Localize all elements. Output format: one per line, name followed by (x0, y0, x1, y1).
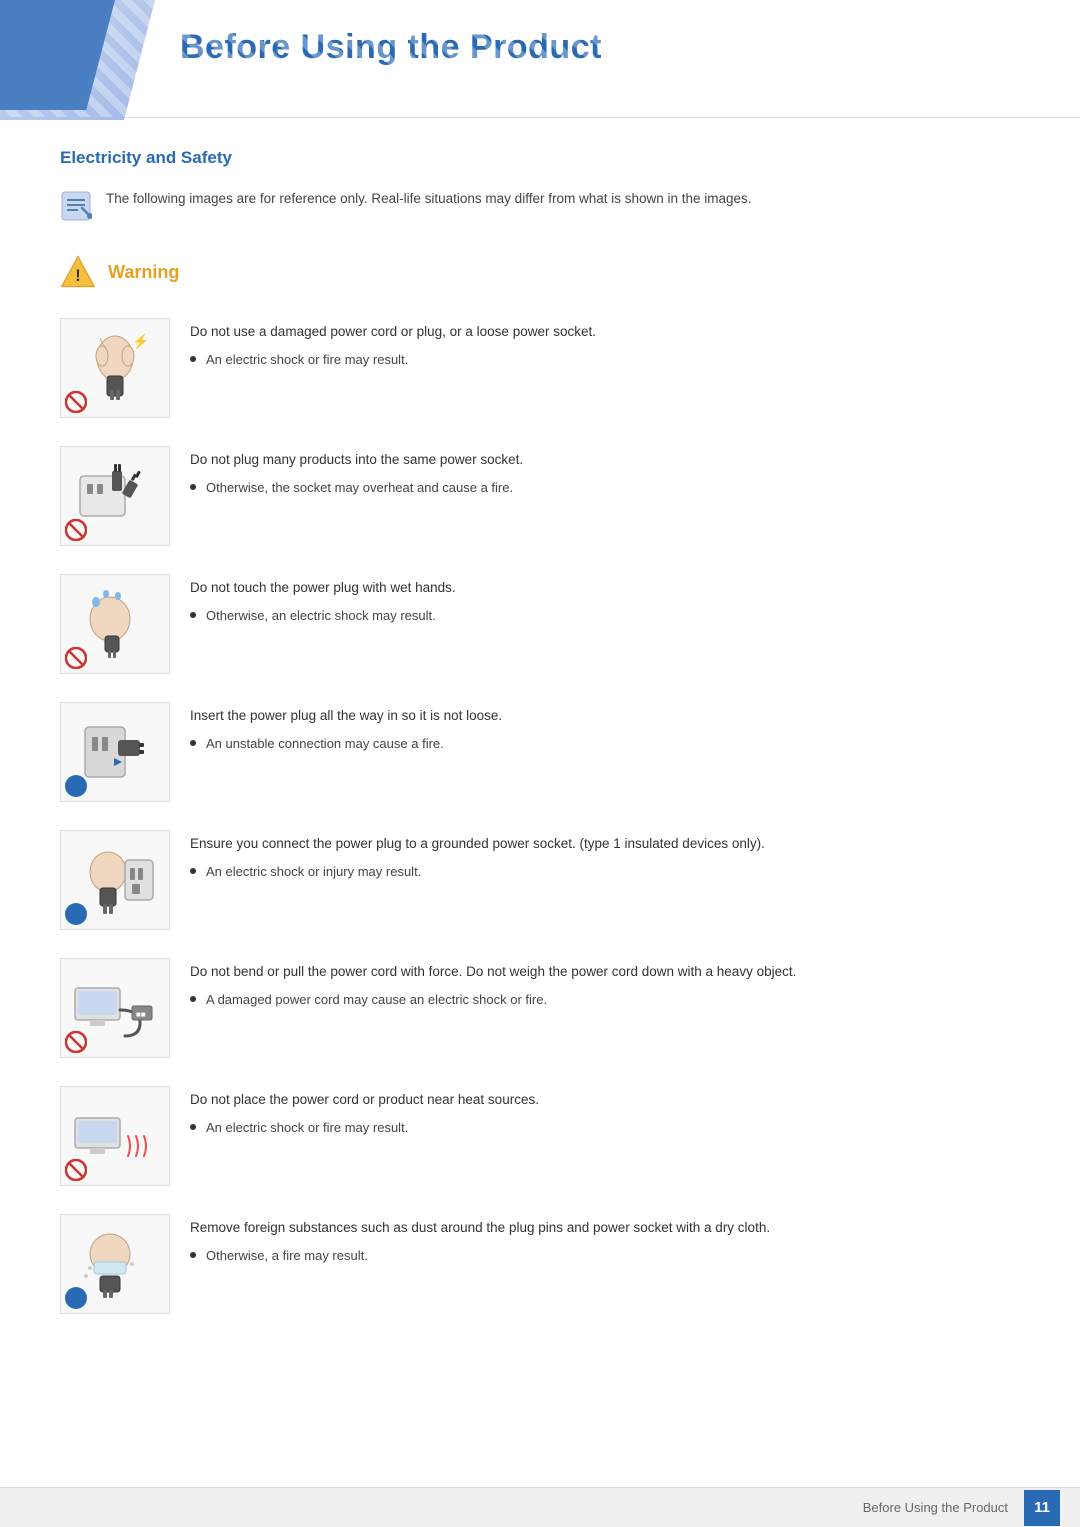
note-box: The following images are for reference o… (60, 184, 1020, 226)
item-content-7: Do not place the power cord or product n… (190, 1086, 1020, 1138)
item-content-3: Do not touch the power plug with wet han… (190, 574, 1020, 626)
item-image-8 (60, 1214, 170, 1314)
no-symbol-6 (65, 1031, 87, 1053)
warning-item: Ensure you connect the power plug to a g… (60, 830, 1020, 930)
item-main-text-4: Insert the power plug all the way in so … (190, 706, 1020, 726)
item-sub-text-3: Otherwise, an electric shock may result. (190, 606, 1020, 626)
warning-item: Do not place the power cord or product n… (60, 1086, 1020, 1186)
dot-symbol-4 (65, 775, 87, 797)
item-main-text-7: Do not place the power cord or product n… (190, 1090, 1020, 1110)
bullet-icon (190, 740, 196, 746)
item-content-4: Insert the power plug all the way in so … (190, 702, 1020, 754)
item-image-4 (60, 702, 170, 802)
item-main-text-8: Remove foreign substances such as dust a… (190, 1218, 1020, 1238)
svg-text:■■: ■■ (136, 1010, 146, 1019)
item-content-6: Do not bend or pull the power cord with … (190, 958, 1020, 1010)
no-symbol-3 (65, 647, 87, 669)
item-content-8: Remove foreign substances such as dust a… (190, 1214, 1020, 1266)
page-header: Before Using the Product (0, 0, 1080, 118)
bullet-icon (190, 612, 196, 618)
item-content-2: Do not plug many products into the same … (190, 446, 1020, 498)
item-main-text-1: Do not use a damaged power cord or plug,… (190, 322, 1020, 342)
dot-symbol-8 (65, 1287, 87, 1309)
bullet-icon (190, 1124, 196, 1130)
item-sub-text-7: An electric shock or fire may result. (190, 1118, 1020, 1138)
item-sub-text-4: An unstable connection may cause a fire. (190, 734, 1020, 754)
warning-triangle-icon: ! (60, 254, 96, 290)
item-sub-text-5: An electric shock or injury may result. (190, 862, 1020, 882)
warning-item: Insert the power plug all the way in so … (60, 702, 1020, 802)
item-main-text-3: Do not touch the power plug with wet han… (190, 578, 1020, 598)
section-heading: Electricity and Safety (60, 148, 1020, 168)
no-symbol-2 (65, 519, 87, 541)
note-icon (60, 190, 92, 222)
warning-item: ■■ Do not bend or pull the power cord wi… (60, 958, 1020, 1058)
footer-text: Before Using the Product (863, 1500, 1008, 1515)
item-image-5 (60, 830, 170, 930)
bullet-icon (190, 484, 196, 490)
warning-label: Warning (108, 262, 179, 283)
item-image-3 (60, 574, 170, 674)
item-image-6: ■■ (60, 958, 170, 1058)
bullet-icon (190, 868, 196, 874)
note-text: The following images are for reference o… (106, 188, 752, 210)
item-sub-text-1: An electric shock or fire may result. (190, 350, 1020, 370)
warning-item: Do not touch the power plug with wet han… (60, 574, 1020, 674)
no-symbol-1 (65, 391, 87, 413)
item-main-text-2: Do not plug many products into the same … (190, 450, 1020, 470)
page-footer: Before Using the Product 11 (0, 1487, 1080, 1527)
dot-symbol-5 (65, 903, 87, 925)
svg-text:!: ! (75, 267, 80, 285)
bullet-icon (190, 356, 196, 362)
item-image-7 (60, 1086, 170, 1186)
item-content-5: Ensure you connect the power plug to a g… (190, 830, 1020, 882)
item-sub-text-6: A damaged power cord may cause an electr… (190, 990, 1020, 1010)
no-symbol-7 (65, 1159, 87, 1181)
warning-item: Do not plug many products into the same … (60, 446, 1020, 546)
item-sub-text-8: Otherwise, a fire may result. (190, 1246, 1020, 1266)
main-content: Electricity and Safety The following ima… (0, 148, 1080, 1402)
page-number: 11 (1024, 1490, 1060, 1526)
warning-item: Remove foreign substances such as dust a… (60, 1214, 1020, 1314)
item-content-1: Do not use a damaged power cord or plug,… (190, 318, 1020, 370)
svg-text:⚡: ⚡ (132, 333, 149, 350)
bullet-icon (190, 996, 196, 1002)
item-main-text-6: Do not bend or pull the power cord with … (190, 962, 1020, 982)
item-image-2 (60, 446, 170, 546)
header-stripes (0, 0, 1080, 117)
bullet-icon (190, 1252, 196, 1258)
warning-block: ! Warning (60, 254, 1020, 290)
warning-item: ⚡ Do not use a damaged power cord or plu… (60, 318, 1020, 418)
item-sub-text-2: Otherwise, the socket may overheat and c… (190, 478, 1020, 498)
item-image-1: ⚡ (60, 318, 170, 418)
item-main-text-5: Ensure you connect the power plug to a g… (190, 834, 1020, 854)
